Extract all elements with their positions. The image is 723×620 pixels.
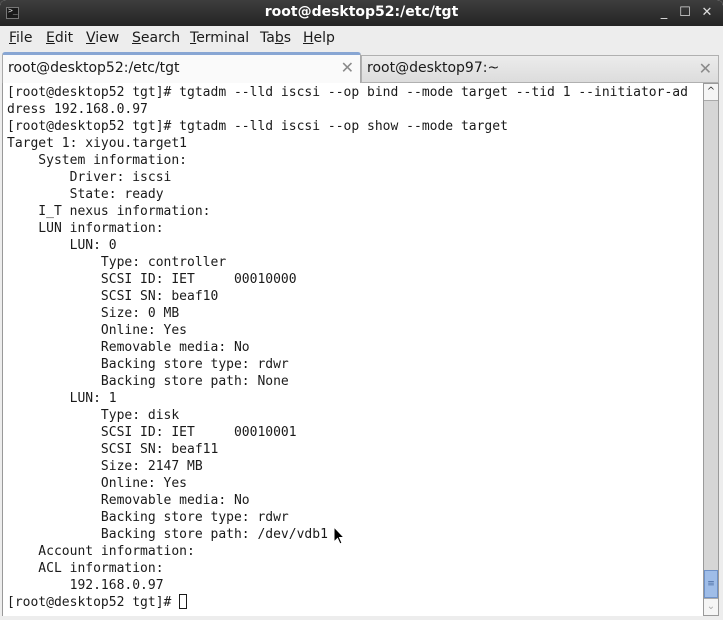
terminal-line: Type: disk — [100, 408, 180, 423]
menu-help[interactable]: Help — [303, 30, 335, 46]
terminal-line: LUN: 1 — [69, 391, 117, 406]
tab-label: root@desktop97:~ — [367, 60, 500, 76]
terminal-line: [root@desktop52 tgt]# tgtadm --lld iscsi… — [7, 119, 508, 134]
mnemonic: S — [132, 30, 141, 46]
output-lines: [root@desktop52 tgt]# tgtadm --lld iscsi… — [7, 85, 688, 593]
terminal-line: System information: — [38, 153, 188, 168]
terminal-line: Online: Yes — [100, 323, 188, 338]
terminal-line: LUN: 0 — [69, 238, 117, 253]
scrollbar-thumb[interactable]: ≡ — [704, 570, 718, 598]
terminal-line: Removable media: No — [100, 493, 250, 508]
tab-desktop97[interactable]: root@desktop97:~ ✕ — [361, 55, 719, 83]
menu-file-rest: ile — [16, 30, 33, 46]
mnemonic: b — [274, 30, 284, 46]
menu-terminal-rest: erminal — [196, 30, 250, 46]
tab-label: root@desktop52:/etc/tgt — [8, 60, 180, 76]
mouse-pointer-icon — [333, 526, 345, 545]
terminal-line: SCSI SN: beaf10 — [100, 289, 219, 304]
terminal-text: [root@desktop52 tgt]# tgtadm --lld iscsi… — [7, 84, 688, 611]
menu-search-rest: earch — [140, 30, 181, 46]
menu-file[interactable]: File — [9, 30, 32, 46]
terminal-line: Backing store path: /dev/vdb1 — [100, 527, 328, 542]
terminal-line: Backing store type: rdwr — [100, 357, 289, 372]
terminal-line: Backing store type: rdwr — [100, 510, 289, 525]
mnemonic: E — [46, 30, 55, 46]
terminal-line: Online: Yes — [100, 476, 188, 491]
scroll-down-arrow-icon[interactable]: ⌄ — [704, 598, 718, 615]
close-tab-icon[interactable]: ✕ — [341, 58, 354, 77]
terminal-line: SCSI ID: IET 00010000 — [100, 272, 297, 287]
window-title: root@desktop52:/etc/tgt — [264, 4, 459, 20]
close-tab-icon[interactable]: ✕ — [699, 59, 712, 78]
mnemonic: V — [86, 30, 96, 46]
scroll-up-arrow-icon[interactable]: ^ — [704, 84, 718, 101]
terminal-line: SCSI SN: beaf11 — [100, 442, 219, 457]
terminal-line: Backing store path: None — [100, 374, 289, 389]
menu-view[interactable]: View — [86, 30, 119, 46]
vertical-scrollbar[interactable]: ^ ≡ ⌄ — [703, 83, 719, 616]
prompt: [root@desktop52 tgt]# — [7, 595, 180, 610]
terminal-line: Type: controller — [100, 255, 227, 270]
terminal-line: Account information: — [38, 544, 195, 559]
terminal-line: SCSI ID: IET 00010001 — [100, 425, 297, 440]
terminal-line: LUN information: — [38, 221, 164, 236]
mnemonic: H — [303, 30, 314, 46]
minimize-button[interactable]: _ — [656, 5, 672, 21]
terminal-line: I_T nexus information: — [38, 204, 211, 219]
tab-bar: root@desktop52:/etc/tgt ✕ root@desktop97… — [0, 52, 723, 83]
maximize-button[interactable]: ☐ — [677, 5, 693, 21]
menu-tabs-pre: Ta — [260, 30, 275, 46]
terminal-line: Size: 2147 MB — [100, 459, 203, 474]
terminal-line: dress 192.168.0.97 — [7, 102, 148, 117]
menu-view-rest: iew — [95, 30, 120, 46]
terminal-output[interactable]: [root@desktop52 tgt]# tgtadm --lld iscsi… — [2, 83, 704, 616]
menu-help-rest: elp — [313, 30, 335, 46]
terminal-line: ACL information: — [38, 561, 164, 576]
menu-terminal[interactable]: Terminal — [190, 30, 249, 46]
title-bar[interactable]: >_ root@desktop52:/etc/tgt _ ☐ ✕ — [0, 0, 723, 26]
close-button[interactable]: ✕ — [699, 5, 715, 21]
terminal-window: >_ root@desktop52:/etc/tgt _ ☐ ✕ File Ed… — [0, 0, 723, 620]
mnemonic: F — [9, 30, 17, 46]
terminal-line: Size: 0 MB — [100, 306, 180, 321]
text-cursor — [179, 594, 188, 609]
menu-edit-rest: dit — [54, 30, 74, 46]
window-bottom-edge — [0, 616, 723, 620]
menu-tabs-rest: s — [283, 30, 292, 46]
menu-bar: File Edit View Search Terminal Tabs Help — [0, 26, 723, 51]
menu-tabs[interactable]: Tabs — [260, 30, 291, 46]
terminal-line: [root@desktop52 tgt]# tgtadm --lld iscsi… — [7, 85, 688, 100]
terminal-line: Target 1: xiyou.target1 — [7, 136, 188, 151]
tab-desktop52[interactable]: root@desktop52:/etc/tgt ✕ — [2, 52, 361, 83]
menu-edit[interactable]: Edit — [46, 30, 73, 46]
terminal-line: Driver: iscsi — [69, 170, 172, 185]
terminal-line: 192.168.0.97 — [69, 578, 164, 593]
menu-search[interactable]: Search — [132, 30, 180, 46]
terminal-line: Removable media: No — [100, 340, 250, 355]
terminal-line: State: ready — [69, 187, 164, 202]
